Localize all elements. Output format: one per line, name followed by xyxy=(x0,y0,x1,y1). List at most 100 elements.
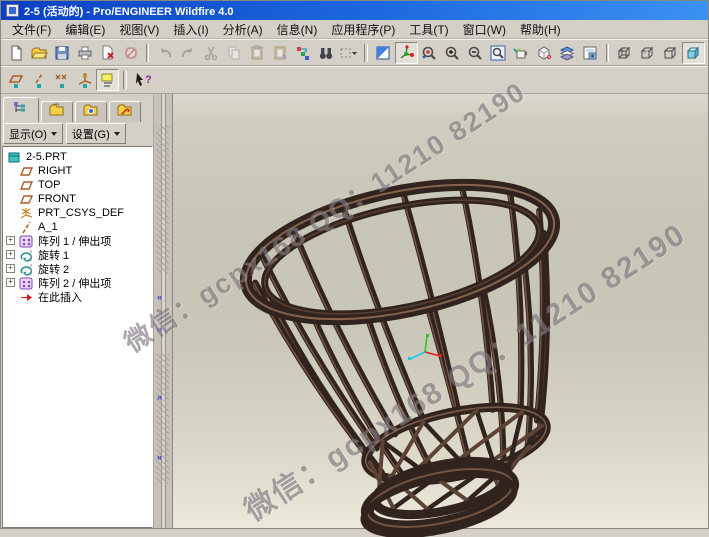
menu-edit[interactable]: 编辑(E) xyxy=(58,20,112,39)
save-a-copy-icon xyxy=(99,44,117,62)
tree-row-front[interactable]: FRONT xyxy=(5,192,152,206)
tree-row-axis[interactable]: A_1 xyxy=(5,220,152,234)
menu-file[interactable]: 文件(F) xyxy=(5,20,58,39)
basket-3d-model xyxy=(173,94,709,537)
expand-icon[interactable]: + xyxy=(6,250,15,259)
regenerate-button[interactable] xyxy=(291,42,314,64)
spin-center-button[interactable] xyxy=(395,42,418,64)
context-help-button[interactable]: ? xyxy=(131,69,154,91)
selection-filter-button[interactable] xyxy=(337,42,360,64)
model-tree-icon xyxy=(13,101,29,120)
tab-connections[interactable] xyxy=(109,101,141,122)
open-button[interactable] xyxy=(27,42,50,64)
menu-insert[interactable]: 插入(I) xyxy=(166,20,215,39)
datum-csys-display-icon xyxy=(76,71,94,89)
undo-button[interactable] xyxy=(153,42,176,64)
wireframe-display-button[interactable] xyxy=(613,42,636,64)
tree-row-revolve-1[interactable]: + 旋转 1 xyxy=(5,248,152,262)
favorites-folder-icon xyxy=(83,103,99,122)
title-bar: 2-5 (活动的) - Pro/ENGINEER Wildfire 4.0 xyxy=(1,1,708,20)
orient-view-button[interactable] xyxy=(510,42,533,64)
show-dropdown-button[interactable]: 显示(O) xyxy=(3,123,63,144)
new-file-icon xyxy=(7,44,25,62)
datum-plane-display-button[interactable] xyxy=(4,69,27,91)
no-hidden-display-button[interactable] xyxy=(659,42,682,64)
save-a-copy-button[interactable] xyxy=(96,42,119,64)
menu-info[interactable]: 信息(N) xyxy=(270,20,325,39)
datum-csys-display-button[interactable] xyxy=(73,69,96,91)
tree-row-pattern-2[interactable]: + 阵列 2 / 伸出项 xyxy=(5,276,152,290)
tab-favorites[interactable] xyxy=(75,101,107,122)
collapse-left-icon[interactable]: « xyxy=(157,294,162,301)
menu-applications[interactable]: 应用程序(P) xyxy=(324,20,402,39)
repaint-button[interactable] xyxy=(372,42,395,64)
datum-axis-display-button[interactable] xyxy=(27,69,50,91)
datum-plane-display-icon xyxy=(7,71,25,89)
navigator-buttons: 显示(O) 设置(G) xyxy=(1,122,153,145)
toolbar-separator xyxy=(364,44,367,62)
copy-button[interactable] xyxy=(222,42,245,64)
menu-view[interactable]: 视图(V) xyxy=(112,20,166,39)
delete-button[interactable] xyxy=(119,42,142,64)
refit-object-button[interactable] xyxy=(487,42,510,64)
expand-icon[interactable]: + xyxy=(6,236,15,245)
expand-icon[interactable]: + xyxy=(6,278,15,287)
print-button[interactable] xyxy=(73,42,96,64)
settings-dropdown-button[interactable]: 设置(G) xyxy=(66,123,126,144)
tree-row-csys[interactable]: PRT_CSYS_DEF xyxy=(5,206,152,220)
navigator-splitter[interactable]: « » » « xyxy=(153,94,173,528)
save-button[interactable] xyxy=(50,42,73,64)
datum-point-display-button[interactable] xyxy=(50,69,73,91)
expand-right-icon[interactable]: » xyxy=(157,394,162,401)
tree-row-pattern-1[interactable]: + 阵列 1 / 伸出项 xyxy=(5,234,152,248)
print-icon xyxy=(76,44,94,62)
layers-button[interactable] xyxy=(556,42,579,64)
tab-model-tree[interactable] xyxy=(3,97,39,122)
main-area: 显示(O) 设置(G) 2-5.PRT RIGHT xyxy=(1,94,708,528)
datum-plane-icon xyxy=(19,179,34,192)
tree-row-revolve-2[interactable]: + 旋转 2 xyxy=(5,262,152,276)
menu-analysis[interactable]: 分析(A) xyxy=(216,20,270,39)
tab-folder-browser[interactable] xyxy=(41,101,73,122)
redo-button[interactable] xyxy=(176,42,199,64)
saved-view-list-button[interactable] xyxy=(533,42,556,64)
orient-mode-button[interactable] xyxy=(418,42,441,64)
zoom-in-button[interactable] xyxy=(441,42,464,64)
menu-window[interactable]: 窗口(W) xyxy=(456,20,513,39)
paste-button[interactable] xyxy=(245,42,268,64)
zoom-in-icon xyxy=(443,44,461,62)
collapse-left-icon[interactable]: « xyxy=(157,454,162,461)
view-manager-button[interactable] xyxy=(579,42,602,64)
tree-row-right[interactable]: RIGHT xyxy=(5,164,152,178)
shaded-cube-icon xyxy=(684,44,702,62)
menu-tools[interactable]: 工具(T) xyxy=(402,20,455,39)
toolbar-separator xyxy=(146,44,149,62)
app-icon xyxy=(6,4,19,17)
new-file-button[interactable] xyxy=(4,42,27,64)
menu-help[interactable]: 帮助(H) xyxy=(513,20,568,39)
tree-row-insert-here[interactable]: 在此插入 xyxy=(5,290,152,304)
annotation-display-button[interactable] xyxy=(96,69,119,91)
menu-bar: 文件(F) 编辑(E) 视图(V) 插入(I) 分析(A) 信息(N) 应用程序… xyxy=(1,20,708,39)
graphics-viewport[interactable] xyxy=(173,94,708,528)
copy-icon xyxy=(225,44,243,62)
paste-special-button[interactable] xyxy=(268,42,291,64)
tree-label: 在此插入 xyxy=(38,289,82,305)
tree-row-part[interactable]: 2-5.PRT xyxy=(5,150,152,164)
connections-folder-icon xyxy=(117,103,133,122)
shaded-display-button[interactable] xyxy=(682,42,705,64)
find-button[interactable] xyxy=(314,42,337,64)
regenerate-icon xyxy=(294,44,312,62)
tree-row-top[interactable]: TOP xyxy=(5,178,152,192)
expand-icon[interactable]: + xyxy=(6,264,15,273)
zoom-out-button[interactable] xyxy=(464,42,487,64)
cut-button[interactable] xyxy=(199,42,222,64)
refit-object-icon xyxy=(489,44,507,62)
datum-point-display-icon xyxy=(53,71,71,89)
expand-right-icon[interactable]: » xyxy=(157,326,162,333)
window-title: 2-5 (活动的) - Pro/ENGINEER Wildfire 4.0 xyxy=(24,3,234,19)
redo-icon xyxy=(179,44,197,62)
splitter-hatch xyxy=(156,354,169,484)
hidden-line-display-button[interactable] xyxy=(636,42,659,64)
annotation-display-icon xyxy=(99,71,117,89)
